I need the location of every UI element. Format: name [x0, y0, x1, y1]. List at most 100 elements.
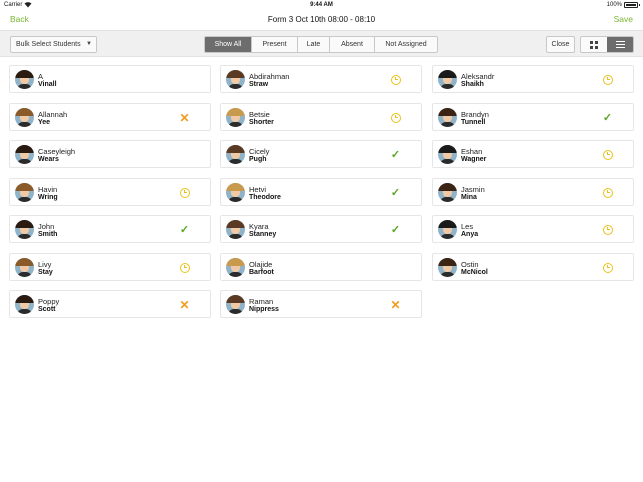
- list-icon: [615, 41, 625, 48]
- clock-icon[interactable]: [179, 187, 190, 198]
- cross-icon[interactable]: ✕: [179, 111, 190, 125]
- filter-not-assigned[interactable]: Not Assigned: [375, 37, 437, 52]
- student-card[interactable]: Kyara Stanney ✓: [220, 215, 422, 243]
- student-card[interactable]: A Vinall: [9, 65, 211, 93]
- avatar: [15, 295, 34, 314]
- student-card[interactable]: Cicely Pugh ✓: [220, 140, 422, 168]
- bulk-select-dropdown[interactable]: Bulk Select Students ▼: [10, 36, 97, 53]
- student-card[interactable]: Raman Nippress ✕: [220, 290, 422, 318]
- student-first-name: Havin: [38, 185, 58, 194]
- checkmark-icon[interactable]: ✓: [179, 224, 190, 236]
- filter-present[interactable]: Present: [252, 37, 298, 52]
- student-card[interactable]: Olajide Barfoot: [220, 253, 422, 281]
- avatar: [226, 295, 245, 314]
- clock-icon[interactable]: [602, 224, 613, 235]
- student-first-name: Raman: [249, 297, 274, 306]
- navigation-bar: Back Form 3 Oct 10th 08:00 - 08:10 Save: [0, 10, 643, 30]
- student-last-name: McNicol: [461, 269, 488, 276]
- page-title: Form 3 Oct 10th 08:00 - 08:10: [267, 15, 376, 24]
- student-card[interactable]: Abdirahman Straw: [220, 65, 422, 93]
- student-card[interactable]: Les Anya: [432, 215, 634, 243]
- student-card[interactable]: John Smith ✓: [9, 215, 211, 243]
- toolbar: Bulk Select Students ▼ Show All Present …: [0, 30, 643, 57]
- filter-late[interactable]: Late: [298, 37, 330, 52]
- student-card[interactable]: Hetvi Theodore ✓: [220, 178, 422, 206]
- student-first-name: Aleksandr: [461, 72, 495, 81]
- view-toggle: [580, 36, 634, 53]
- clock-icon[interactable]: [602, 262, 613, 273]
- avatar: [438, 145, 457, 164]
- student-last-name: Nippress: [249, 306, 279, 313]
- student-card[interactable]: Livy Stay: [9, 253, 211, 281]
- close-button[interactable]: Close: [546, 36, 575, 53]
- avatar: [15, 70, 34, 89]
- avatar: [15, 108, 34, 127]
- status-bar: Carrier 9:44 AM 100%: [0, 0, 643, 10]
- student-card[interactable]: Caseyleigh Wears: [9, 140, 211, 168]
- cross-icon[interactable]: ✕: [390, 298, 401, 312]
- student-first-name: Caseyleigh: [38, 147, 76, 156]
- student-last-name: Shaikh: [461, 81, 484, 88]
- avatar: [226, 258, 245, 277]
- student-last-name: Stanney: [249, 231, 277, 238]
- avatar: [226, 183, 245, 202]
- student-last-name: Vinall: [38, 81, 57, 88]
- clock-icon[interactable]: [390, 74, 401, 85]
- student-last-name: Anya: [461, 231, 479, 238]
- student-last-name: Straw: [249, 81, 269, 88]
- clock-icon[interactable]: [602, 149, 613, 160]
- student-card[interactable]: Allannah Yee ✕: [9, 103, 211, 131]
- save-button[interactable]: Save: [614, 14, 633, 24]
- avatar: [438, 183, 457, 202]
- student-first-name: Allannah: [38, 110, 68, 119]
- avatar: [15, 220, 34, 239]
- student-last-name: Scott: [38, 306, 56, 313]
- student-card[interactable]: Ostin McNicol: [432, 253, 634, 281]
- student-first-name: Abdirahman: [249, 72, 290, 81]
- student-first-name: Betsie: [249, 110, 270, 119]
- student-card[interactable]: Brandyn Tunnell ✓: [432, 103, 634, 131]
- avatar: [15, 145, 34, 164]
- student-last-name: Stay: [38, 269, 53, 276]
- filter-absent[interactable]: Absent: [330, 37, 375, 52]
- grid-icon: [590, 40, 598, 49]
- attendance-filter: Show All Present Late Absent Not Assigne…: [204, 36, 438, 53]
- student-first-name: Hetvi: [249, 185, 267, 194]
- student-first-name: Cicely: [249, 147, 270, 156]
- student-last-name: Pugh: [249, 156, 267, 163]
- cross-icon[interactable]: ✕: [179, 298, 190, 312]
- avatar: [15, 258, 34, 277]
- student-last-name: Shorter: [249, 119, 274, 126]
- filter-show-all[interactable]: Show All: [205, 37, 252, 52]
- avatar: [226, 220, 245, 239]
- checkmark-icon[interactable]: ✓: [390, 224, 401, 236]
- clock-icon[interactable]: [179, 262, 190, 273]
- student-first-name: John: [38, 222, 55, 231]
- clock-icon[interactable]: [602, 74, 613, 85]
- student-last-name: Wears: [38, 156, 59, 163]
- student-card[interactable]: Eshan Wagner: [432, 140, 634, 168]
- student-card[interactable]: Havin Wring: [9, 178, 211, 206]
- student-last-name: Barfoot: [249, 269, 274, 276]
- grid-view-button[interactable]: [581, 37, 607, 52]
- student-last-name: Smith: [38, 231, 58, 238]
- clock-icon[interactable]: [390, 112, 401, 123]
- list-view-button[interactable]: [607, 37, 633, 52]
- student-card[interactable]: Poppy Scott ✕: [9, 290, 211, 318]
- checkmark-icon[interactable]: ✓: [390, 149, 401, 161]
- student-card[interactable]: Aleksandr Shaikh: [432, 65, 634, 93]
- avatar: [438, 220, 457, 239]
- checkmark-icon[interactable]: ✓: [390, 187, 401, 199]
- student-first-name: Jasmin: [461, 185, 485, 194]
- clock-icon[interactable]: [602, 187, 613, 198]
- avatar: [438, 70, 457, 89]
- avatar: [438, 258, 457, 277]
- student-card[interactable]: Betsie Shorter: [220, 103, 422, 131]
- checkmark-icon[interactable]: ✓: [602, 112, 613, 124]
- student-last-name: Wagner: [461, 156, 487, 163]
- avatar: [226, 70, 245, 89]
- student-first-name: Eshan: [461, 147, 483, 156]
- avatar: [226, 145, 245, 164]
- student-card[interactable]: Jasmin Mina: [432, 178, 634, 206]
- battery-percent: 100%: [606, 2, 622, 8]
